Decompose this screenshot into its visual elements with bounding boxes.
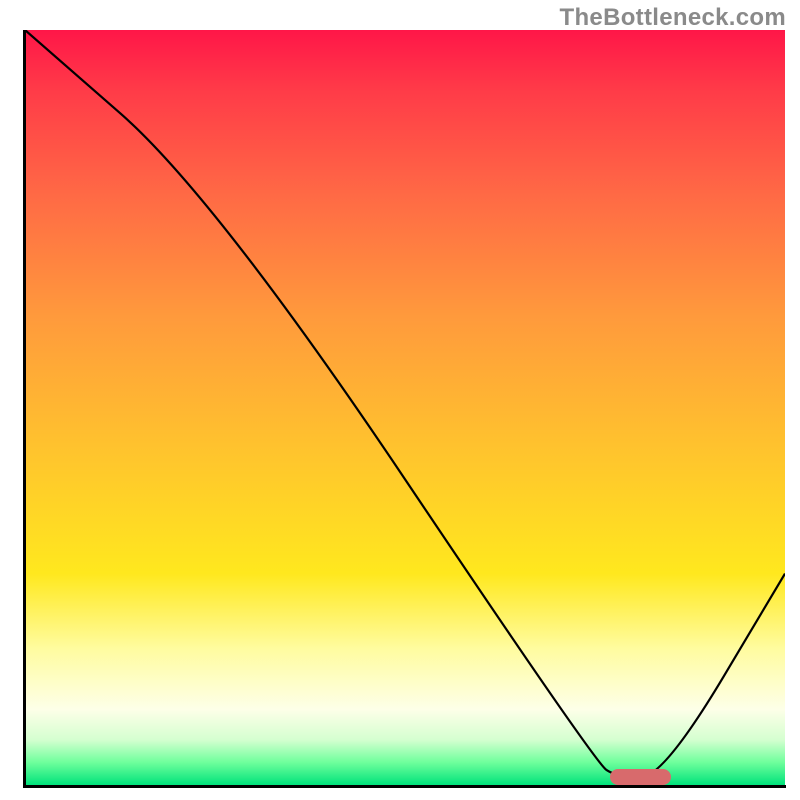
bottleneck-curve bbox=[25, 30, 785, 785]
watermark-text: TheBottleneck.com bbox=[560, 4, 786, 32]
plot-area bbox=[25, 30, 785, 785]
optimal-range-marker bbox=[610, 769, 671, 785]
curve-path bbox=[25, 30, 785, 777]
chart-container: TheBottleneck.com bbox=[0, 0, 800, 800]
x-axis bbox=[23, 785, 786, 788]
y-axis bbox=[23, 30, 26, 788]
